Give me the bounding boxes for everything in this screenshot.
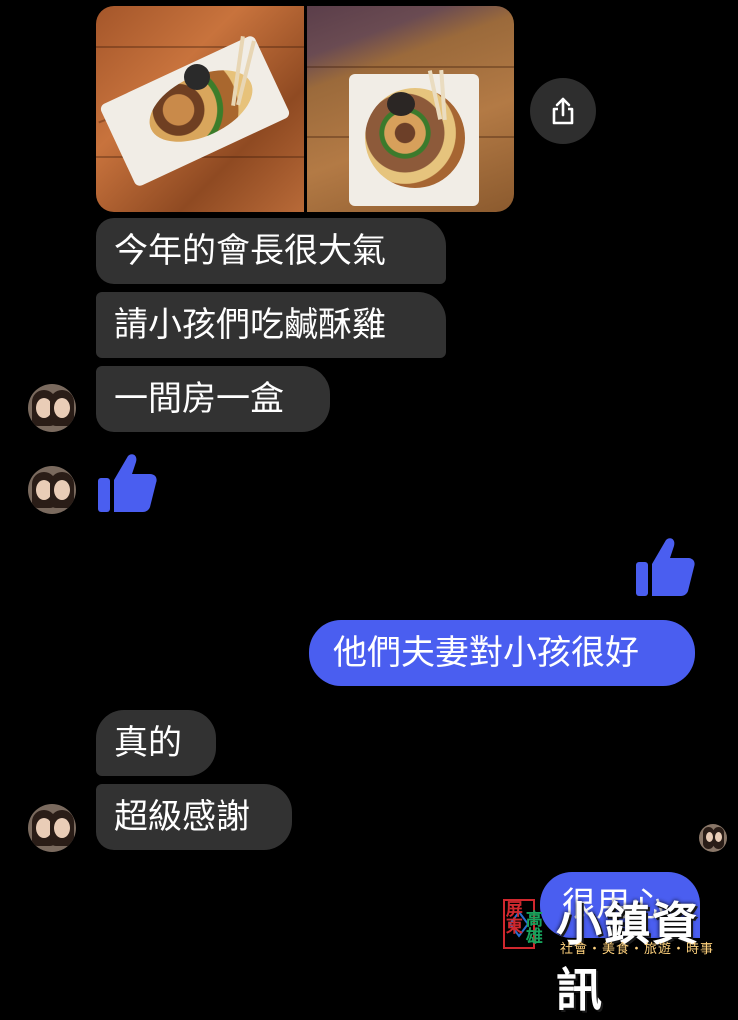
message-bubble-incoming[interactable]: 請小孩們吃鹹酥雞	[96, 292, 446, 358]
avatar-face	[715, 832, 722, 842]
share-icon	[552, 97, 574, 125]
message-text: 今年的會長很大氣	[114, 231, 386, 271]
read-receipt-avatar	[699, 824, 727, 852]
watermark-subtitle: 社會・美食・旅遊・時事	[560, 942, 715, 957]
message-text: 超級感謝	[114, 797, 250, 837]
thumbs-up-icon[interactable]	[98, 452, 158, 514]
avatar[interactable]	[28, 466, 76, 514]
food-photo-1[interactable]	[96, 6, 304, 212]
message-text: 他們夫妻對小孩很好	[333, 633, 639, 673]
message-text: 真的	[114, 723, 182, 763]
share-button[interactable]	[530, 78, 596, 144]
fried-chicken	[365, 88, 465, 188]
floor-plank	[307, 66, 514, 68]
watermark-region-1: 屏東	[501, 900, 522, 934]
avatar[interactable]	[28, 804, 76, 852]
message-bubble-outgoing[interactable]: 他們夫妻對小孩很好	[309, 620, 695, 686]
avatar-face	[706, 832, 713, 842]
watermark-region-2: 高雄	[521, 910, 542, 944]
message-text: 一間房一盒	[114, 379, 284, 419]
avatar[interactable]	[28, 384, 76, 432]
message-bubble-incoming[interactable]: 超級感謝	[96, 784, 292, 850]
message-text: 請小孩們吃鹹酥雞	[114, 305, 386, 345]
message-bubble-incoming[interactable]: 一間房一盒	[96, 366, 330, 432]
avatar-face	[54, 398, 70, 418]
avatar-face	[54, 480, 70, 500]
message-bubble-incoming[interactable]: 今年的會長很大氣	[96, 218, 446, 284]
seaweed	[387, 92, 415, 116]
avatar-face	[54, 818, 70, 838]
thumbs-up-icon[interactable]	[636, 536, 696, 598]
food-photo-2[interactable]	[307, 6, 514, 212]
seaweed	[184, 64, 210, 90]
message-bubble-incoming[interactable]: 真的	[96, 710, 216, 776]
floor-plank	[96, 46, 304, 48]
